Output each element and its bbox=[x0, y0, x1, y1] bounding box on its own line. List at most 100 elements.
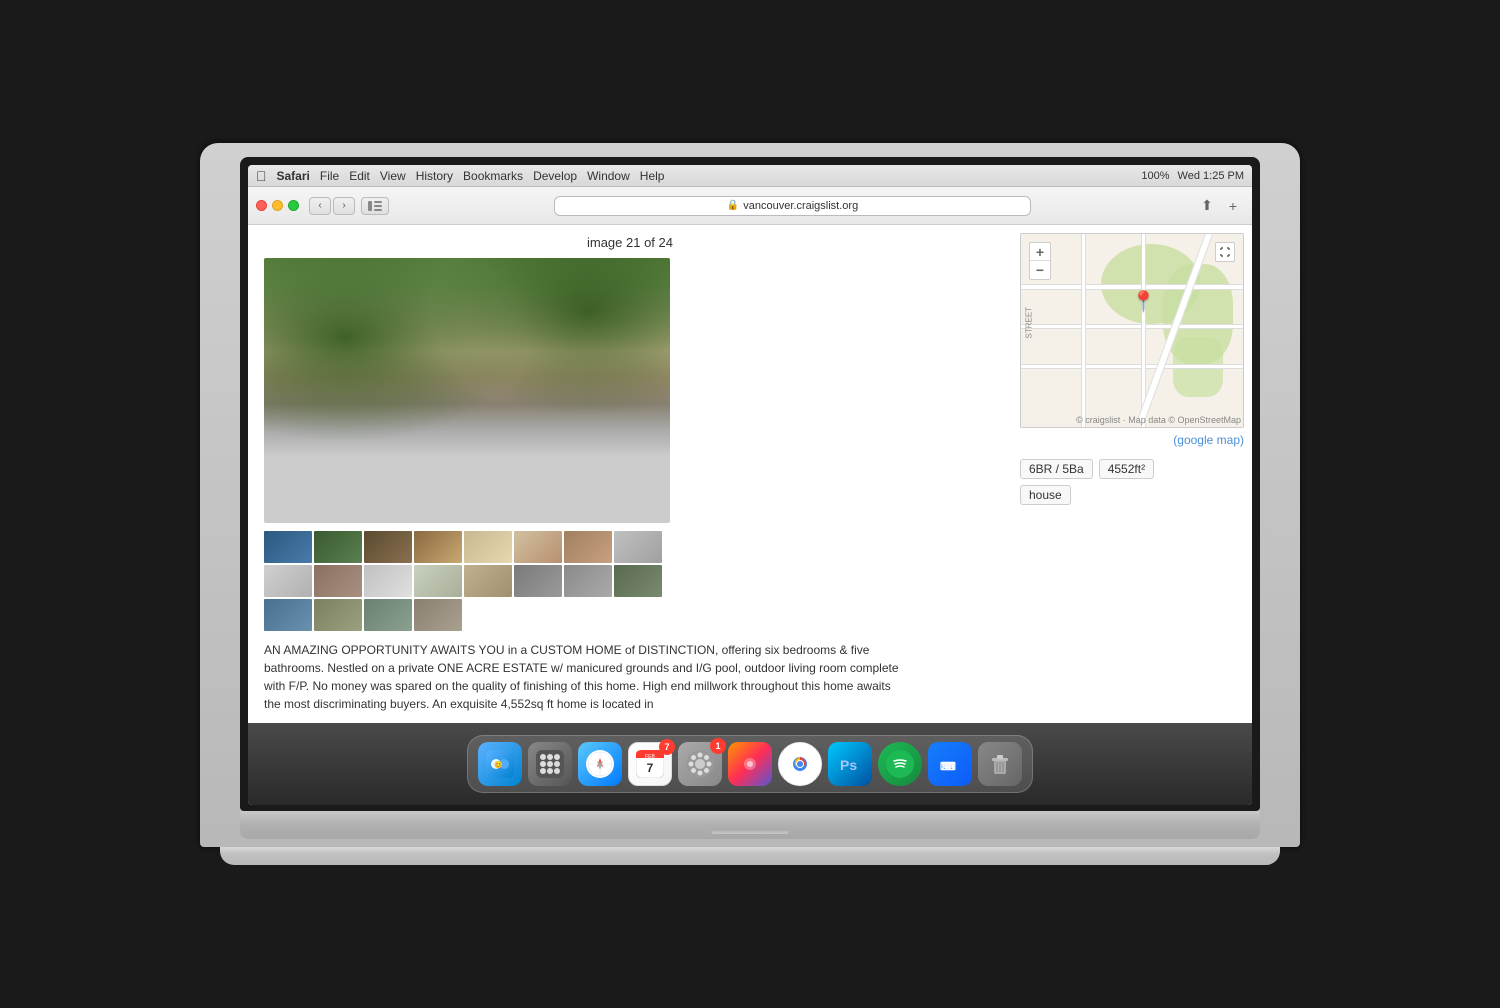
menu-file[interactable]: File bbox=[320, 169, 339, 183]
new-tab-button[interactable]: + bbox=[1222, 195, 1244, 217]
thumbnail-15[interactable] bbox=[564, 565, 612, 597]
property-details: 6BR / 5Ba 4552ft² bbox=[1020, 459, 1244, 479]
map-container[interactable]: STREET 📍 + − bbox=[1020, 233, 1244, 428]
menu-develop[interactable]: Develop bbox=[533, 169, 577, 183]
dock-chrome[interactable] bbox=[778, 742, 822, 786]
map-fullscreen-button[interactable] bbox=[1215, 242, 1235, 262]
main-photo[interactable] bbox=[264, 258, 670, 523]
svg-text:⌨: ⌨ bbox=[940, 761, 956, 773]
thumbnail-1[interactable] bbox=[264, 531, 312, 563]
thumbnail-6[interactable] bbox=[514, 531, 562, 563]
dock-calendar[interactable]: 7 7 FEB bbox=[628, 742, 672, 786]
thumbnail-14[interactable] bbox=[514, 565, 562, 597]
settings-badge: 1 bbox=[710, 738, 726, 754]
laptop-frame:  Safari File Edit View History Bookmark… bbox=[200, 143, 1300, 865]
page-content: image 21 of 24 bbox=[248, 225, 1252, 723]
menu-view[interactable]: View bbox=[380, 169, 406, 183]
laptop-lid:  Safari File Edit View History Bookmark… bbox=[200, 143, 1300, 847]
thumbnail-5[interactable] bbox=[464, 531, 512, 563]
url-bar[interactable]: 🔒 vancouver.craigslist.org bbox=[554, 196, 1031, 216]
fullscreen-button[interactable] bbox=[288, 200, 299, 211]
menubar-menu-items: File Edit View History Bookmarks Develop… bbox=[320, 169, 665, 183]
svg-text:😊: 😊 bbox=[494, 760, 503, 769]
thumbnail-8[interactable] bbox=[614, 531, 662, 563]
image-counter: image 21 of 24 bbox=[264, 235, 996, 250]
svg-text:Ps: Ps bbox=[840, 757, 857, 773]
traffic-lights bbox=[256, 200, 299, 211]
google-map-anchor[interactable]: (google map) bbox=[1173, 433, 1244, 447]
url-text: vancouver.craigslist.org bbox=[743, 200, 858, 212]
thumbnail-17[interactable] bbox=[264, 599, 312, 631]
thumbnail-19[interactable] bbox=[364, 599, 412, 631]
thumbnail-13[interactable] bbox=[464, 565, 512, 597]
content-right: STREET 📍 + − bbox=[1012, 225, 1252, 723]
dock-trash[interactable] bbox=[978, 742, 1022, 786]
safari-toolbar: ‹ › 🔒 vancouver. bbox=[248, 187, 1252, 225]
thumbnail-10[interactable] bbox=[314, 565, 362, 597]
content-left: image 21 of 24 bbox=[248, 225, 1012, 723]
map-pin: 📍 bbox=[1131, 289, 1156, 314]
dock-background: 😊 bbox=[248, 723, 1252, 805]
menubar-battery: 100% bbox=[1141, 170, 1169, 182]
dock-container: 😊 bbox=[248, 727, 1252, 801]
dock-launchpad[interactable] bbox=[528, 742, 572, 786]
svg-text:7: 7 bbox=[647, 761, 654, 775]
thumbnail-9[interactable] bbox=[264, 565, 312, 597]
map-zoom-in[interactable]: + bbox=[1030, 243, 1050, 261]
thumbnail-20[interactable] bbox=[414, 599, 462, 631]
menubar-right: 100% Wed 1:25 PM bbox=[1141, 170, 1244, 182]
dock-spotify[interactable] bbox=[878, 742, 922, 786]
dock-settings[interactable]: 1 bbox=[678, 742, 722, 786]
house-tag-container: house bbox=[1020, 479, 1244, 505]
back-button[interactable]: ‹ bbox=[309, 197, 331, 215]
thumbnail-3[interactable] bbox=[364, 531, 412, 563]
thumbnail-7[interactable] bbox=[564, 531, 612, 563]
map-attribution: © craigslist · Map data © OpenStreetMap bbox=[1076, 415, 1241, 425]
page-wrapper: image 21 of 24 bbox=[248, 225, 1252, 723]
lock-icon: 🔒 bbox=[727, 200, 739, 211]
screen-bezel:  Safari File Edit View History Bookmark… bbox=[240, 157, 1260, 811]
dock-finder[interactable]: 😊 bbox=[478, 742, 522, 786]
minimize-button[interactable] bbox=[272, 200, 283, 211]
dock-photos[interactable] bbox=[728, 742, 772, 786]
map-zoom-controls: + − bbox=[1029, 242, 1051, 280]
map-inner: STREET 📍 + − bbox=[1021, 234, 1243, 427]
thumbnails-row bbox=[264, 531, 670, 631]
laptop-base bbox=[220, 847, 1280, 865]
close-button[interactable] bbox=[256, 200, 267, 211]
sidebar-button[interactable] bbox=[361, 197, 389, 215]
thumbnail-4[interactable] bbox=[414, 531, 462, 563]
thumbnail-12[interactable] bbox=[414, 565, 462, 597]
laptop-bottom bbox=[240, 811, 1260, 839]
trackpad-notch bbox=[710, 829, 790, 835]
dock-safari[interactable] bbox=[578, 742, 622, 786]
house-tag: house bbox=[1020, 485, 1071, 505]
share-button[interactable]: ⬆ bbox=[1196, 195, 1218, 217]
calendar-badge: 7 bbox=[659, 739, 675, 755]
menubar-time: Wed 1:25 PM bbox=[1178, 170, 1244, 182]
url-bar-container: 🔒 vancouver.craigslist.org bbox=[395, 196, 1190, 216]
dock-photoshop[interactable]: Ps bbox=[828, 742, 872, 786]
menu-window[interactable]: Window bbox=[587, 169, 630, 183]
forward-button[interactable]: › bbox=[333, 197, 355, 215]
menubar-app-name: Safari bbox=[277, 169, 310, 183]
menu-bookmarks[interactable]: Bookmarks bbox=[463, 169, 523, 183]
menu-edit[interactable]: Edit bbox=[349, 169, 370, 183]
svg-text:FEB: FEB bbox=[645, 754, 655, 760]
thumbnail-18[interactable] bbox=[314, 599, 362, 631]
nav-buttons: ‹ › bbox=[309, 197, 355, 215]
thumbnail-11[interactable] bbox=[364, 565, 412, 597]
dock: 😊 bbox=[467, 735, 1033, 793]
thumbnail-2[interactable] bbox=[314, 531, 362, 563]
map-zoom-out[interactable]: − bbox=[1030, 261, 1050, 279]
thumbnail-16[interactable] bbox=[614, 565, 662, 597]
screen:  Safari File Edit View History Bookmark… bbox=[248, 165, 1252, 805]
apple-logo-icon:  bbox=[256, 168, 267, 184]
size-badge: 4552ft² bbox=[1099, 459, 1154, 479]
menubar:  Safari File Edit View History Bookmark… bbox=[248, 165, 1252, 187]
google-map-link: (google map) bbox=[1020, 431, 1244, 449]
dock-xcode[interactable]: ⌨ bbox=[928, 742, 972, 786]
menu-history[interactable]: History bbox=[416, 169, 453, 183]
menu-help[interactable]: Help bbox=[640, 169, 665, 183]
map-road-label: STREET bbox=[1025, 307, 1034, 339]
